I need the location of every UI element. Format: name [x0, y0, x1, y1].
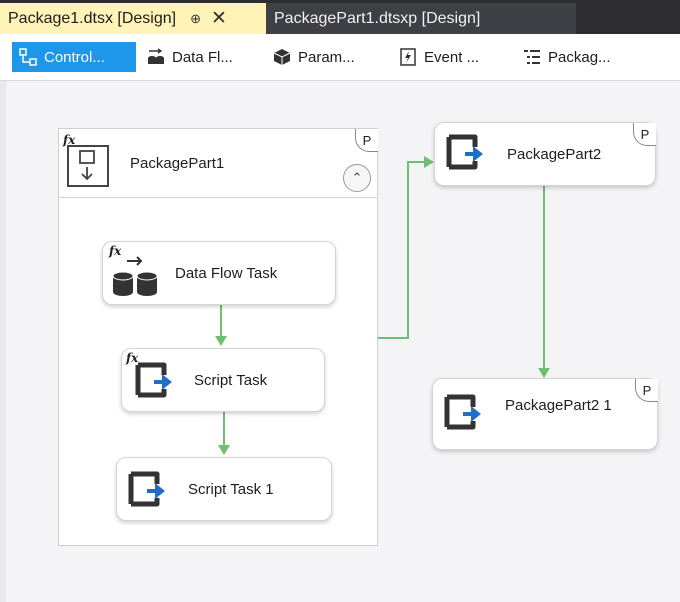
part-reference-badge: P [633, 123, 656, 146]
package-part-2[interactable]: PackagePart2 P [434, 122, 656, 186]
task-label: Script Task [194, 372, 268, 389]
precedence-connectors [215, 156, 550, 455]
task-label: PackagePart2 [507, 146, 602, 163]
package-part-2-1[interactable]: PackagePart2 1 P [432, 378, 658, 450]
task-label: Data Flow Task [175, 265, 278, 282]
script-task[interactable]: fx Script Task [121, 348, 325, 412]
script-task-1[interactable]: Script Task 1 [116, 457, 332, 521]
data-flow-task-icon [112, 256, 158, 296]
connector-arrow [538, 368, 550, 378]
connector-arrow [215, 336, 227, 346]
package-part-icon [444, 394, 481, 430]
task-label: PackagePart2 1 [505, 397, 612, 414]
connector-arrow [218, 445, 230, 455]
part-reference-badge: P [635, 379, 658, 402]
task-label: Script Task 1 [188, 481, 274, 498]
connector-arrow [424, 156, 434, 168]
script-task-icon [128, 471, 165, 507]
connector-line[interactable] [378, 161, 428, 339]
data-flow-task[interactable]: fx Data Flow Task [102, 241, 336, 305]
package-part-icon [446, 134, 483, 170]
script-task-icon [135, 362, 172, 398]
